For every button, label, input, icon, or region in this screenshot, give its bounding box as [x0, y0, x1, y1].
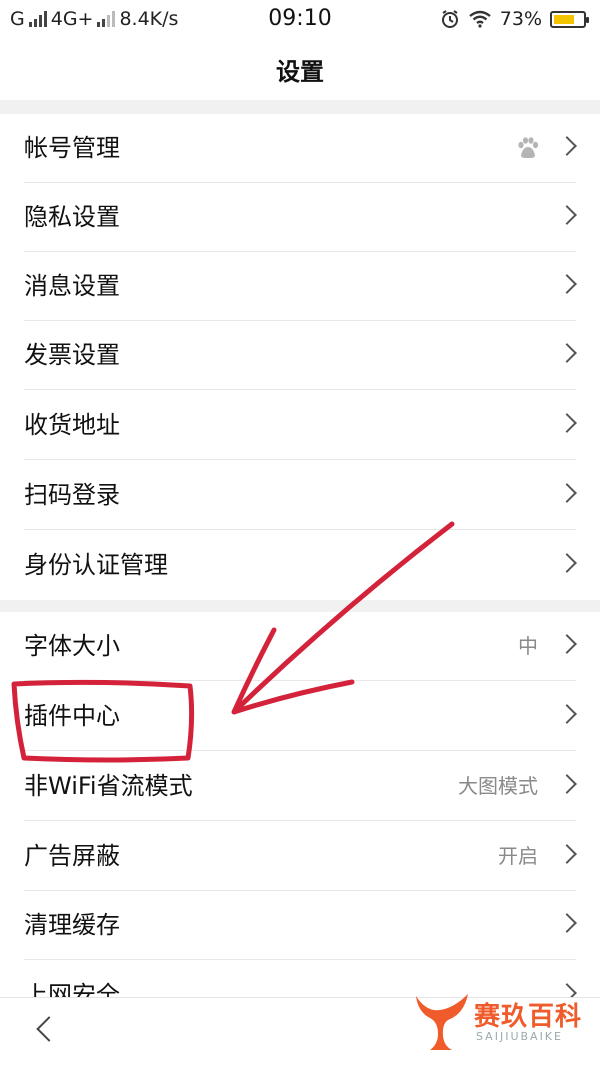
divider — [24, 959, 576, 960]
chevron-right-icon — [557, 634, 577, 654]
settings-item-data-saver[interactable]: 非WiFi省流模式 大图模式 — [0, 752, 600, 821]
page-title: 设置 — [276, 58, 324, 86]
settings-item-identity[interactable]: 身份认证管理 — [0, 531, 600, 600]
settings-item-label: 帐号管理 — [24, 134, 120, 162]
chevron-right-icon — [557, 844, 577, 864]
chevron-right-icon — [557, 274, 577, 294]
divider — [24, 750, 576, 751]
status-right: 73% — [440, 8, 589, 30]
settings-item-label: 广告屏蔽 — [24, 842, 120, 870]
settings-item-font-size[interactable]: 字体大小 中 — [0, 612, 600, 681]
settings-item-value: 大图模式 — [458, 774, 538, 798]
settings-item-label: 身份认证管理 — [24, 551, 168, 579]
baidu-paw-icon — [518, 137, 539, 158]
chevron-right-icon — [557, 913, 577, 933]
settings-item-label: 字体大小 — [24, 632, 120, 660]
page-header: 设置 — [0, 44, 600, 100]
divider — [24, 459, 576, 460]
chevron-right-icon — [557, 553, 577, 573]
divider — [24, 820, 576, 821]
chevron-right-icon — [557, 205, 577, 225]
settings-item-scan-login[interactable]: 扫码登录 — [0, 461, 600, 530]
chevron-right-icon — [557, 774, 577, 794]
status-bar: G 4G+ 8.4K/s 09:10 73% — [0, 0, 600, 44]
back-arrow-icon[interactable] — [36, 1016, 62, 1042]
settings-item-label: 扫码登录 — [24, 481, 120, 509]
wifi-icon — [469, 10, 491, 28]
chevron-right-icon — [557, 704, 577, 724]
section-gap — [0, 600, 600, 612]
divider — [24, 680, 576, 681]
chevron-right-icon — [557, 483, 577, 503]
settings-item-label: 隐私设置 — [24, 203, 120, 231]
divider — [24, 389, 576, 390]
chevron-right-icon — [557, 343, 577, 363]
settings-item-invoice[interactable]: 发票设置 — [0, 321, 600, 390]
divider — [24, 529, 576, 530]
settings-item-ad-block[interactable]: 广告屏蔽 开启 — [0, 822, 600, 891]
settings-item-value: 中 — [518, 634, 538, 658]
settings-item-label: 清理缓存 — [24, 911, 120, 939]
watermark-brand: 赛玖百科 — [474, 1002, 583, 1032]
settings-item-plugin-center[interactable]: 插件中心 — [0, 682, 600, 751]
watermark-logo: 赛玖百科 SAIJIUBAIKE — [412, 988, 592, 1058]
battery-icon — [550, 10, 589, 28]
settings-item-messages[interactable]: 消息设置 — [0, 252, 600, 321]
battery-percent: 73% — [499, 8, 542, 30]
watermark-brand-latin: SAIJIUBAIKE — [476, 1030, 563, 1043]
settings-item-label: 收货地址 — [24, 411, 120, 439]
section-gap — [0, 100, 600, 114]
whale-tail-icon — [416, 994, 468, 1050]
settings-item-account[interactable]: 帐号管理 — [0, 114, 600, 183]
settings-item-label: 非WiFi省流模式 — [24, 772, 193, 800]
settings-item-privacy[interactable]: 隐私设置 — [0, 183, 600, 252]
settings-item-label: 消息设置 — [24, 272, 120, 300]
settings-item-value: 开启 — [498, 844, 538, 868]
settings-item-label: 插件中心 — [24, 702, 120, 730]
alarm-icon — [441, 10, 458, 28]
chevron-right-icon — [557, 136, 577, 156]
settings-item-label: 发票设置 — [24, 341, 120, 369]
chevron-right-icon — [557, 413, 577, 433]
settings-item-clear-cache[interactable]: 清理缓存 — [0, 891, 600, 960]
settings-item-address[interactable]: 收货地址 — [0, 391, 600, 460]
